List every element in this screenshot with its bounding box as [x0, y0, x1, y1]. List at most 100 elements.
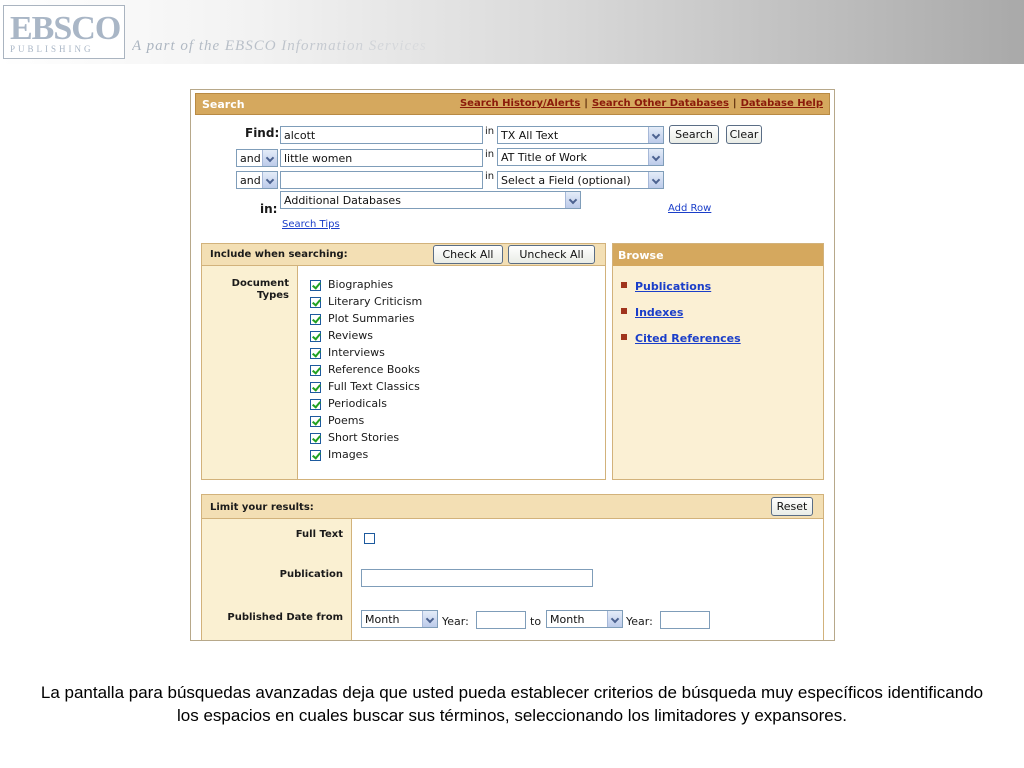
chevron-down-icon — [262, 150, 277, 166]
search-term-input-1[interactable]: alcott — [280, 126, 483, 144]
checkbox[interactable] — [310, 280, 321, 291]
search-header: Search Search History/Alerts | Search Othe… — [191, 90, 834, 118]
document-type-label: Images — [328, 448, 369, 461]
search-tips-link[interactable]: Search Tips — [282, 219, 340, 230]
search-other-databases-link[interactable]: Search Other Databases — [592, 98, 729, 109]
chevron-down-icon — [565, 192, 580, 208]
in-label-3: in — [485, 171, 495, 182]
publication-label: Publication — [279, 569, 343, 580]
logo-subtext: PUBLISHING — [10, 44, 94, 54]
document-type-label: Plot Summaries — [328, 312, 415, 325]
limit-panel: Limit your results: Reset Full Text Publ… — [201, 494, 824, 640]
find-label: Find: — [245, 126, 280, 140]
browse-item-indexes: Indexes — [621, 306, 683, 319]
chevron-down-icon — [648, 172, 663, 188]
chevron-down-icon — [607, 611, 622, 627]
document-type-label: Literary Criticism — [328, 295, 423, 308]
clear-button[interactable]: Clear — [726, 125, 762, 144]
document-type-label: Periodicals — [328, 397, 387, 410]
indexes-link[interactable]: Indexes — [635, 306, 683, 319]
bool-select-2-value: and — [240, 152, 261, 165]
square-bullet-icon — [621, 282, 627, 288]
in-label-2: in — [485, 149, 495, 160]
search-history-link[interactable]: Search History/Alerts — [460, 98, 580, 109]
database-select-value: Additional Databases — [284, 194, 401, 207]
logo-text: EBSCO — [10, 10, 121, 47]
publications-link[interactable]: Publications — [635, 280, 711, 293]
month-to-value: Month — [550, 613, 585, 626]
document-type-label: Full Text Classics — [328, 380, 420, 393]
browse-title: Browse — [618, 249, 664, 262]
to-label: to — [530, 615, 542, 628]
limit-labels-side: Full Text Publication Published Date fro… — [202, 519, 352, 640]
limit-title: Limit your results: — [210, 502, 314, 513]
chevron-down-icon — [648, 127, 663, 143]
document-type-label: Reviews — [328, 329, 373, 342]
document-type-label: Poems — [328, 414, 365, 427]
in-label-1: in — [485, 126, 495, 137]
field-select-3-value: Select a Field (optional) — [501, 174, 631, 187]
square-bullet-icon — [621, 308, 627, 314]
reset-button[interactable]: Reset — [771, 497, 813, 516]
header-links: Search History/Alerts | Search Other Datab… — [459, 98, 823, 109]
document-type-label: Reference Books — [328, 363, 420, 376]
year-to-label: Year: — [626, 615, 653, 628]
search-term-input-2[interactable]: little women — [280, 149, 483, 167]
search-button[interactable]: Search — [669, 125, 719, 144]
chevron-down-icon — [422, 611, 437, 627]
field-select-2-value: AT Title of Work — [501, 151, 587, 164]
full-text-checkbox[interactable] — [364, 533, 375, 544]
checkbox[interactable] — [310, 433, 321, 444]
checkbox[interactable] — [310, 331, 321, 342]
check-all-button[interactable]: Check All — [433, 245, 503, 264]
field-select-1-value: TX All Text — [501, 129, 559, 142]
browse-panel: Browse Publications Indexes Cited Refere… — [612, 243, 824, 480]
chevron-down-icon — [262, 172, 277, 188]
browse-item-publications: Publications — [621, 280, 711, 293]
full-text-label: Full Text — [295, 529, 343, 540]
limit-panel-header: Limit your results: Reset — [202, 495, 823, 519]
search-title-bar: Search Search History/Alerts | Search Othe… — [195, 93, 830, 115]
checkbox[interactable] — [310, 399, 321, 410]
publication-input[interactable] — [361, 569, 593, 587]
search-term-input-3[interactable] — [280, 171, 483, 189]
uncheck-all-button[interactable]: Uncheck All — [508, 245, 595, 264]
include-panel: Include when searching: Check All Unchec… — [201, 243, 606, 480]
checkbox[interactable] — [310, 450, 321, 461]
in-databases-label: in: — [260, 202, 278, 216]
checkbox[interactable] — [310, 365, 321, 376]
year-to-input[interactable] — [660, 611, 710, 629]
include-panel-header: Include when searching: Check All Unchec… — [202, 244, 605, 266]
ebsco-logo: EBSCO PUBLISHING — [3, 5, 125, 59]
checkbox[interactable] — [310, 382, 321, 393]
field-select-2[interactable]: AT Title of Work — [497, 148, 664, 166]
square-bullet-icon — [621, 334, 627, 340]
tagline: A part of the EBSCO Information Services — [132, 38, 472, 55]
document-type-label: Interviews — [328, 346, 385, 359]
database-help-link[interactable]: Database Help — [741, 98, 823, 109]
slide-caption: La pantalla para búsquedas avanzadas dej… — [40, 683, 984, 725]
bool-select-3-value: and — [240, 174, 261, 187]
checkbox[interactable] — [310, 297, 321, 308]
checkbox[interactable] — [310, 416, 321, 427]
bool-select-2[interactable]: and — [236, 149, 278, 167]
document-types-side: Document Types — [202, 266, 298, 479]
chevron-down-icon — [648, 149, 663, 165]
cited-references-link[interactable]: Cited References — [635, 332, 741, 345]
checkbox[interactable] — [310, 314, 321, 325]
database-select[interactable]: Additional Databases — [280, 191, 581, 209]
document-types-label: Document Types — [231, 278, 289, 301]
field-select-1[interactable]: TX All Text — [497, 126, 664, 144]
year-from-input[interactable] — [476, 611, 526, 629]
browse-item-cited-references: Cited References — [621, 332, 741, 345]
advanced-search-screenshot: Search Search History/Alerts | Search Othe… — [190, 89, 835, 641]
add-row-link[interactable]: Add Row — [668, 203, 711, 214]
header-banner: EBSCO PUBLISHING A part of the EBSCO Inf… — [0, 0, 1024, 64]
month-to-select[interactable]: Month — [546, 610, 623, 628]
browse-header: Browse — [613, 244, 823, 266]
field-select-3[interactable]: Select a Field (optional) — [497, 171, 664, 189]
month-from-select[interactable]: Month — [361, 610, 438, 628]
bool-select-3[interactable]: and — [236, 171, 278, 189]
year-from-label: Year: — [442, 615, 469, 628]
checkbox[interactable] — [310, 348, 321, 359]
